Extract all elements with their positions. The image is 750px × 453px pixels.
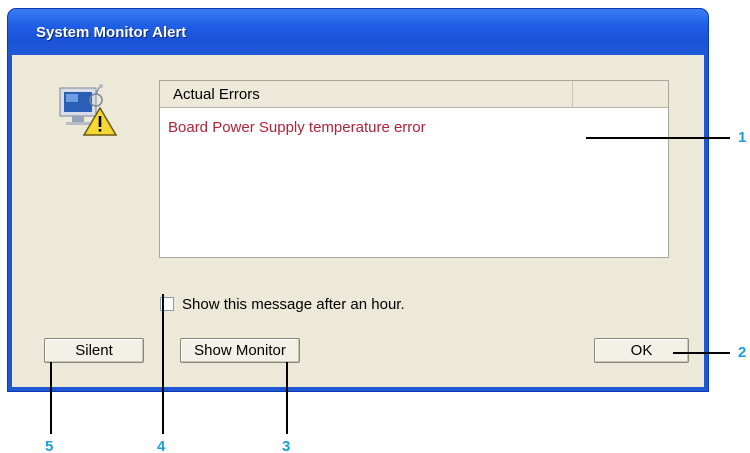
actual-errors-list[interactable]: Actual Errors Board Power Supply tempera… bbox=[159, 80, 669, 258]
show-monitor-button[interactable]: Show Monitor bbox=[180, 338, 300, 363]
callout-number-1: 1 bbox=[738, 129, 747, 146]
system-monitor-warning-icon bbox=[59, 84, 118, 136]
callout-line-1 bbox=[586, 137, 730, 139]
column-header-empty[interactable] bbox=[573, 81, 668, 107]
callout-line-3 bbox=[286, 362, 288, 434]
dialog-body: Actual Errors Board Power Supply tempera… bbox=[12, 55, 704, 387]
window-title: System Monitor Alert bbox=[36, 24, 187, 41]
column-header-actual-errors[interactable]: Actual Errors bbox=[160, 81, 573, 107]
ok-button[interactable]: OK bbox=[594, 338, 689, 363]
show-later-label[interactable]: Show this message after an hour. bbox=[182, 296, 405, 313]
alert-window: System Monitor Alert Actual Errors Board… bbox=[8, 9, 708, 391]
callout-line-4 bbox=[162, 294, 164, 434]
callout-number-5: 5 bbox=[45, 438, 54, 453]
error-item[interactable]: Board Power Supply temperature error bbox=[168, 119, 426, 136]
callout-number-2: 2 bbox=[738, 344, 747, 361]
callout-line-5 bbox=[50, 362, 52, 434]
callout-number-4: 4 bbox=[157, 438, 166, 453]
callout-number-3: 3 bbox=[282, 438, 291, 453]
title-bar[interactable]: System Monitor Alert bbox=[8, 9, 708, 55]
list-header: Actual Errors bbox=[160, 81, 668, 108]
silent-button[interactable]: Silent bbox=[44, 338, 144, 363]
callout-line-2 bbox=[673, 352, 730, 354]
